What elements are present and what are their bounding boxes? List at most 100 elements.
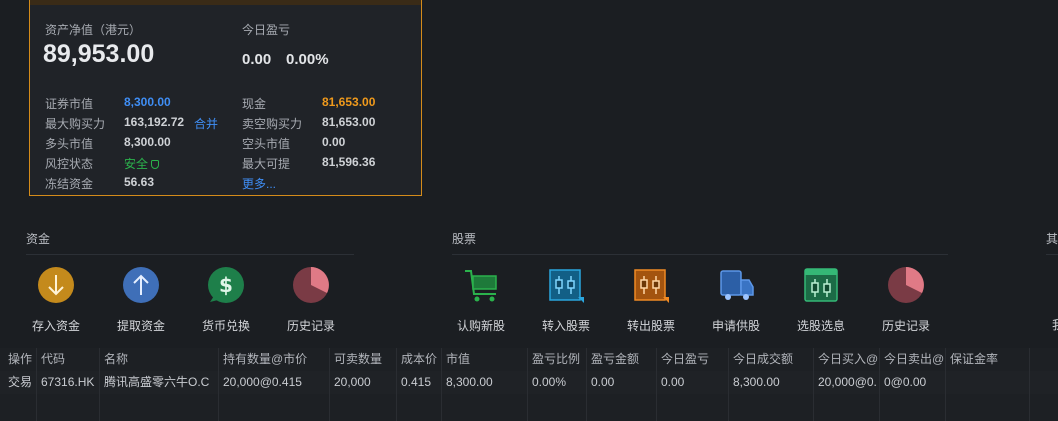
funds-history-button[interactable]: 历史记录: [276, 266, 346, 334]
table-empty-row: [0, 394, 1058, 421]
transfer-in-stock-label: 转入股票: [541, 319, 590, 333]
pie-chart-icon: [292, 266, 330, 304]
col-header-today-pl[interactable]: 今日盈亏: [657, 348, 729, 371]
transfer-in-stock-button[interactable]: 转入股票: [531, 266, 601, 334]
long-value-label: 多头市值: [45, 137, 94, 151]
table-row[interactable]: 交易 67316.HK 腾讯高盛零六牛O.C 20,000@0.415 20,0…: [0, 371, 1058, 394]
today-pl-label: 今日盈亏: [242, 23, 291, 37]
stock-picker-label: 选股选息: [796, 319, 845, 333]
short-buying-power-label: 卖空购买力: [242, 117, 303, 131]
risk-status-label: 风控状态: [45, 157, 94, 171]
funds-section-divider: [26, 254, 354, 255]
empty-cell: [880, 394, 946, 421]
transfer-out-stock-button[interactable]: 转出股票: [616, 266, 686, 334]
col-header-code[interactable]: 代码: [37, 348, 100, 371]
deposit-funds-label: 存入资金: [31, 319, 80, 333]
cell-code: 67316.HK: [37, 371, 100, 394]
merge-link[interactable]: 合并: [194, 115, 218, 132]
net-asset-label: 资产净值（港元）: [45, 23, 142, 37]
deposit-funds-button[interactable]: 存入资金: [21, 266, 91, 334]
stock-picker-button[interactable]: 选股选息: [786, 266, 856, 334]
cell-cost: 0.415: [397, 371, 442, 394]
transfer-out-icon: [632, 266, 670, 304]
col-header-pl-amount[interactable]: 盈亏金额: [587, 348, 657, 371]
ipo-subscribe-button[interactable]: 认购新股: [446, 266, 516, 334]
col-header-market-value[interactable]: 市值: [442, 348, 528, 371]
col-header-today-sell[interactable]: 今日卖出@: [880, 348, 946, 371]
funds-history-label: 历史记录: [286, 319, 335, 333]
empty-cell: [397, 394, 442, 421]
securities-value-label: 证券市值: [45, 97, 94, 111]
empty-cell: [587, 394, 657, 421]
rights-issue-button[interactable]: 申请供股: [701, 266, 771, 334]
ipo-subscribe-label: 认购新股: [456, 319, 505, 333]
shopping-cart-icon: [462, 266, 500, 304]
col-header-sellable[interactable]: 可卖数量: [330, 348, 397, 371]
empty-cell: [442, 394, 528, 421]
shield-icon: [151, 160, 160, 169]
cell-today-buy: 20,000@0.: [814, 371, 880, 394]
cell-pl-amount: 0.00: [587, 371, 657, 394]
table-header-row: 操作 代码 名称 持有数量@市价 可卖数量 成本价 市值 盈亏比例 盈亏金额 今…: [0, 348, 1058, 371]
cell-margin-ratio: [946, 371, 1030, 394]
empty-cell: [657, 394, 729, 421]
long-value: 8,300.00: [124, 135, 171, 149]
col-header-margin-ratio[interactable]: 保证金率: [946, 348, 1030, 371]
col-header-pl-ratio[interactable]: 盈亏比例: [528, 348, 587, 371]
cell-name: 腾讯高盛零六牛O.C: [100, 371, 219, 394]
cash-value: 81,653.00: [322, 95, 376, 109]
cell-pl-ratio: 0.00%: [528, 371, 587, 394]
empty-cell: [946, 394, 1030, 421]
empty-cell: [219, 394, 330, 421]
frozen-funds-value: 56.63: [124, 175, 155, 189]
other-section-item-fragment[interactable]: 我: [1052, 316, 1058, 333]
transfer-in-icon: [547, 266, 585, 304]
stocks-history-label: 历史记录: [881, 319, 930, 333]
col-header-action[interactable]: 操作: [4, 348, 37, 371]
col-header-today-turnover[interactable]: 今日成交额: [729, 348, 814, 371]
empty-cell: [528, 394, 587, 421]
empty-cell: [330, 394, 397, 421]
empty-cell: [814, 394, 880, 421]
stocks-history-button[interactable]: 历史记录: [871, 266, 941, 334]
short-buying-power-value: 81,653.00: [322, 115, 376, 129]
col-header-name[interactable]: 名称: [100, 348, 219, 371]
empty-cell: [100, 394, 219, 421]
risk-status-value: 安全: [124, 155, 160, 172]
net-asset-value: 89,953.00: [43, 40, 155, 68]
empty-cell: [4, 394, 37, 421]
withdraw-funds-button[interactable]: 提取资金: [106, 266, 176, 334]
max-withdrawable-value: 81,596.36: [322, 155, 376, 169]
svg-text:$: $: [219, 273, 233, 297]
cell-today-pl: 0.00: [657, 371, 729, 394]
col-header-today-buy[interactable]: 今日买入@: [814, 348, 880, 371]
card-top-bar: [30, 0, 421, 5]
stock-screener-icon: [802, 266, 840, 304]
max-buying-power-label: 最大购买力: [45, 117, 106, 131]
withdraw-icon: [122, 266, 160, 304]
more-link[interactable]: 更多...: [242, 175, 276, 192]
currency-exchange-label: 货币兑换: [201, 319, 250, 333]
currency-exchange-button[interactable]: $ 货币兑换: [191, 266, 261, 334]
empty-cell: [729, 394, 814, 421]
deposit-icon: [37, 266, 75, 304]
today-pl-amount: 0.00: [242, 51, 272, 68]
cell-today-turnover: 8,300.00: [729, 371, 814, 394]
dollar-exchange-icon: $: [207, 266, 245, 304]
col-header-holding[interactable]: 持有数量@市价: [219, 348, 330, 371]
stocks-section-divider: [452, 254, 948, 255]
trade-link[interactable]: 交易: [4, 371, 37, 394]
col-header-cost[interactable]: 成本价: [397, 348, 442, 371]
risk-status-text: 安全: [124, 157, 149, 171]
account-summary-card: 资产净值（港元） 89,953.00 今日盈亏 0.00 0.00% 证券市值 …: [29, 0, 422, 196]
truck-icon: [717, 266, 755, 304]
cash-label: 现金: [242, 97, 267, 111]
transfer-out-stock-label: 转出股票: [626, 319, 675, 333]
max-buying-power-value: 163,192.72: [124, 115, 185, 129]
cell-holding: 20,000@0.415: [219, 371, 330, 394]
stocks-section-title: 股票: [452, 232, 477, 246]
empty-cell: [37, 394, 100, 421]
cell-today-sell: 0@0.00: [880, 371, 946, 394]
max-withdrawable-label: 最大可提: [242, 157, 291, 171]
short-value-label: 空头市值: [242, 137, 291, 151]
